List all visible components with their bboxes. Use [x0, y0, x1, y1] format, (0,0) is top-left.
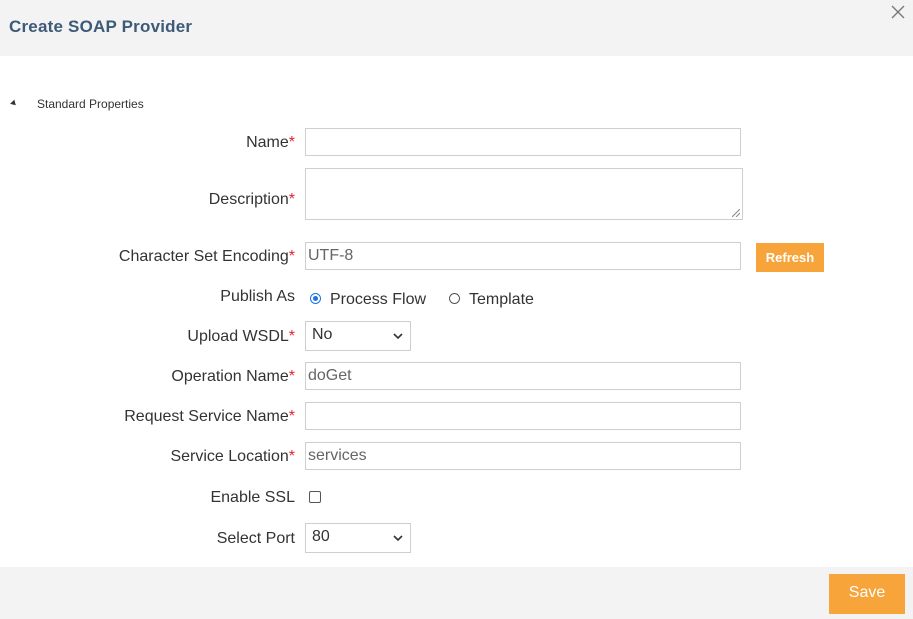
enable-ssl-checkbox[interactable] — [309, 491, 321, 503]
operation-name-input[interactable]: doGet — [305, 362, 741, 390]
publish-as-label: Publish As — [220, 288, 295, 305]
enable-ssl-label: Enable SSL — [210, 489, 295, 506]
service-location-label: Service Location* — [170, 448, 295, 465]
process-flow-radio[interactable] — [310, 293, 321, 304]
name-input[interactable] — [305, 128, 741, 156]
dialog-title: Create SOAP Provider — [9, 17, 193, 36]
section-title[interactable]: Standard Properties — [37, 97, 144, 111]
upload-wsdl-label: Upload WSDL* — [187, 328, 295, 345]
operation-name-label: Operation Name* — [171, 368, 295, 385]
resize-grip-icon[interactable] — [732, 209, 740, 217]
name-label: Name* — [246, 134, 295, 151]
dialog-header: Create SOAP Provider — [0, 0, 913, 56]
refresh-button[interactable]: Refresh — [756, 243, 824, 272]
description-label: Description* — [208, 191, 295, 208]
select-port-select[interactable]: 80 — [305, 523, 411, 553]
template-radio[interactable] — [449, 293, 460, 304]
description-textarea[interactable] — [305, 168, 743, 220]
upload-wsdl-value: No — [312, 326, 333, 343]
chevron-down-icon — [393, 333, 403, 340]
process-flow-label[interactable]: Process Flow — [330, 291, 426, 309]
close-icon[interactable] — [889, 3, 907, 21]
select-port-label: Select Port — [216, 530, 295, 547]
request-service-name-label: Request Service Name* — [124, 408, 295, 425]
collapse-triangle-icon[interactable] — [10, 99, 18, 108]
select-port-value: 80 — [312, 528, 330, 545]
template-label[interactable]: Template — [469, 291, 534, 309]
request-service-name-input[interactable] — [305, 402, 741, 430]
service-location-input[interactable]: services — [305, 442, 741, 470]
encoding-label: Character Set Encoding* — [118, 248, 295, 265]
dialog-footer — [0, 567, 913, 619]
encoding-input[interactable]: UTF-8 — [305, 242, 741, 270]
save-button[interactable]: Save — [829, 574, 905, 614]
chevron-down-icon — [393, 535, 403, 542]
upload-wsdl-select[interactable]: No — [305, 321, 411, 351]
